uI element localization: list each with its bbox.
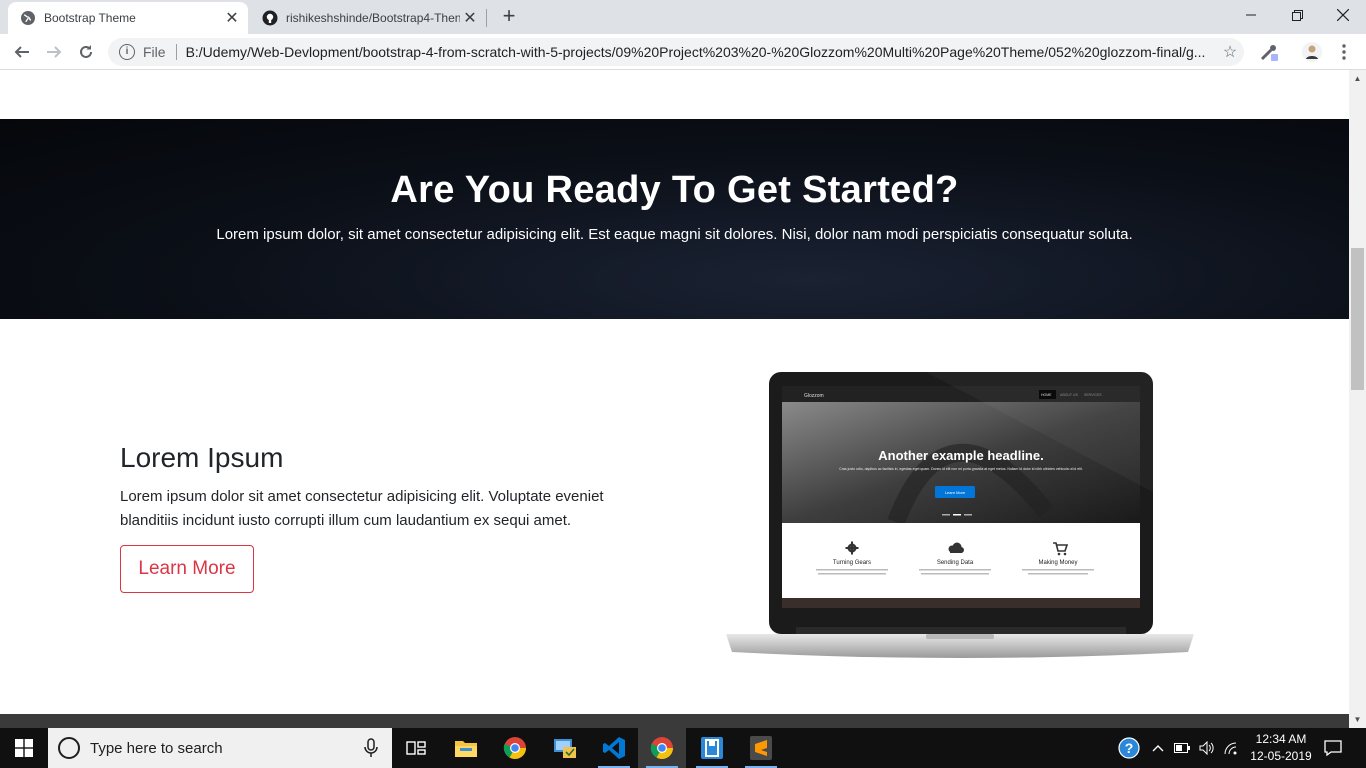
screen-feature-1-title: Turning Gears [833, 560, 871, 566]
taskbar-control-panel[interactable] [541, 728, 589, 768]
windows-logo-icon [15, 739, 33, 757]
restore-icon [1291, 9, 1303, 21]
tab-close-icon[interactable]: ✕ [222, 8, 242, 28]
taskbar-sublime-text[interactable] [737, 728, 785, 768]
close-icon [1337, 9, 1349, 21]
tab-separator [486, 9, 487, 27]
feature-section: Lorem Ipsum Lorem ipsum dolor sit amet c… [0, 319, 1349, 714]
cta-heading: Are You Ready To Get Started? [390, 169, 959, 211]
globe-icon [20, 10, 36, 26]
control-panel-icon [554, 739, 576, 758]
close-window-button[interactable] [1320, 0, 1366, 30]
tab-close-icon[interactable]: ✕ [460, 8, 480, 28]
screen-feature-2-title: Sending Data [937, 560, 974, 566]
cta-text: Lorem ipsum dolor, sit amet consectetur … [216, 226, 1133, 243]
address-url[interactable]: B:/Udemy/Web-Devlopment/bootstrap-4-from… [186, 44, 1216, 60]
address-scheme: File [143, 44, 166, 60]
screen-brand: Glozzom [804, 393, 824, 399]
chrome-icon [650, 737, 673, 759]
wifi-icon[interactable] [1221, 728, 1241, 768]
page-viewport: Are You Ready To Get Started? Lorem ipsu… [0, 70, 1349, 714]
scroll-up-arrow-icon[interactable]: ▲ [1349, 70, 1366, 87]
scrollbar-thumb[interactable] [1351, 248, 1364, 390]
minimize-icon [1246, 14, 1256, 16]
screen-headline: Another example headline. [878, 448, 1043, 463]
taskbar-chrome-active[interactable] [638, 728, 686, 768]
browser-toolbar: i File B:/Udemy/Web-Devlopment/bootstrap… [0, 34, 1366, 70]
minimize-button[interactable] [1228, 0, 1274, 30]
taskbar-file-explorer[interactable] [442, 728, 490, 768]
arrow-left-icon [14, 46, 29, 58]
page-scrollbar[interactable]: ▲ ▼ [1349, 70, 1366, 728]
learn-more-button[interactable]: Learn More [120, 545, 254, 593]
taskbar-github-desktop[interactable] [688, 728, 736, 768]
search-placeholder: Type here to search [90, 739, 223, 757]
feature-heading: Lorem Ipsum [120, 442, 284, 473]
task-view-button[interactable] [392, 728, 440, 768]
cortana-circle-icon [58, 737, 80, 759]
menu-kebab-icon[interactable] [1334, 42, 1354, 62]
scroll-down-arrow-icon[interactable]: ▼ [1349, 711, 1366, 728]
taskbar-vscode[interactable] [590, 728, 638, 768]
screen-subtext: Cras justo odio, dapibus ac facilisis in… [839, 467, 1082, 471]
screen-button: Learn More [945, 490, 966, 495]
app-frame-icon [701, 737, 723, 759]
svg-text:?: ? [1125, 740, 1134, 756]
start-button[interactable] [0, 728, 48, 768]
forward-button[interactable] [42, 40, 66, 64]
back-button[interactable] [10, 40, 34, 64]
help-icon[interactable]: ? [1116, 728, 1142, 768]
volume-icon[interactable] [1196, 728, 1218, 768]
sublime-text-icon [750, 736, 772, 760]
address-bar[interactable]: i File B:/Udemy/Web-Devlopment/bootstrap… [108, 38, 1244, 66]
tab-github-repo[interactable]: rishikeshshinde/Bootstrap4-Then ✕ [250, 2, 486, 34]
taskbar-search[interactable]: Type here to search [48, 728, 392, 768]
screen-feature-3-title: Making Money [1038, 560, 1077, 566]
chrome-icon [503, 737, 526, 759]
new-tab-button[interactable]: + [498, 5, 520, 27]
tab-bootstrap-theme[interactable]: Bootstrap Theme ✕ [8, 2, 248, 34]
arrow-right-icon [47, 46, 62, 58]
profile-avatar[interactable] [1302, 42, 1322, 62]
extension-icon[interactable] [1259, 42, 1279, 62]
windows-taskbar: Type here to search ? 12:34 AM 12-05-201… [0, 728, 1366, 768]
next-section-edge [0, 714, 1349, 728]
tab-title: rishikeshshinde/Bootstrap4-Then [286, 11, 460, 25]
github-icon [262, 10, 278, 26]
restore-button[interactable] [1274, 0, 1320, 30]
reload-button[interactable] [74, 40, 98, 64]
cta-section: Are You Ready To Get Started? Lorem ipsu… [0, 119, 1349, 319]
taskbar-chrome[interactable] [491, 728, 539, 768]
microphone-icon[interactable] [364, 738, 378, 758]
tab-title: Bootstrap Theme [44, 11, 136, 25]
laptop-mockup-image: Glozzom HOME ABOUT US SERVICES Another e… [726, 372, 1194, 658]
info-icon[interactable]: i [119, 44, 135, 60]
tray-chevron-up-icon[interactable] [1148, 728, 1168, 768]
clock-date: 12-05-2019 [1250, 749, 1312, 763]
battery-icon[interactable] [1172, 728, 1192, 768]
feature-text: Lorem ipsum dolor sit amet consectetur a… [120, 488, 604, 529]
task-view-icon [406, 741, 426, 755]
browser-tab-strip: Bootstrap Theme ✕ rishikeshshinde/Bootst… [0, 0, 1366, 34]
address-divider [175, 44, 177, 60]
clock-time: 12:34 AM [1255, 732, 1307, 746]
taskbar-clock[interactable]: 12:34 AM 12-05-2019 [1246, 731, 1316, 765]
vscode-icon [603, 737, 625, 759]
notification-center-icon[interactable] [1318, 728, 1348, 768]
bookmark-star-icon[interactable]: ☆ [1216, 42, 1244, 62]
reload-icon [80, 45, 92, 58]
folder-icon [455, 741, 477, 757]
